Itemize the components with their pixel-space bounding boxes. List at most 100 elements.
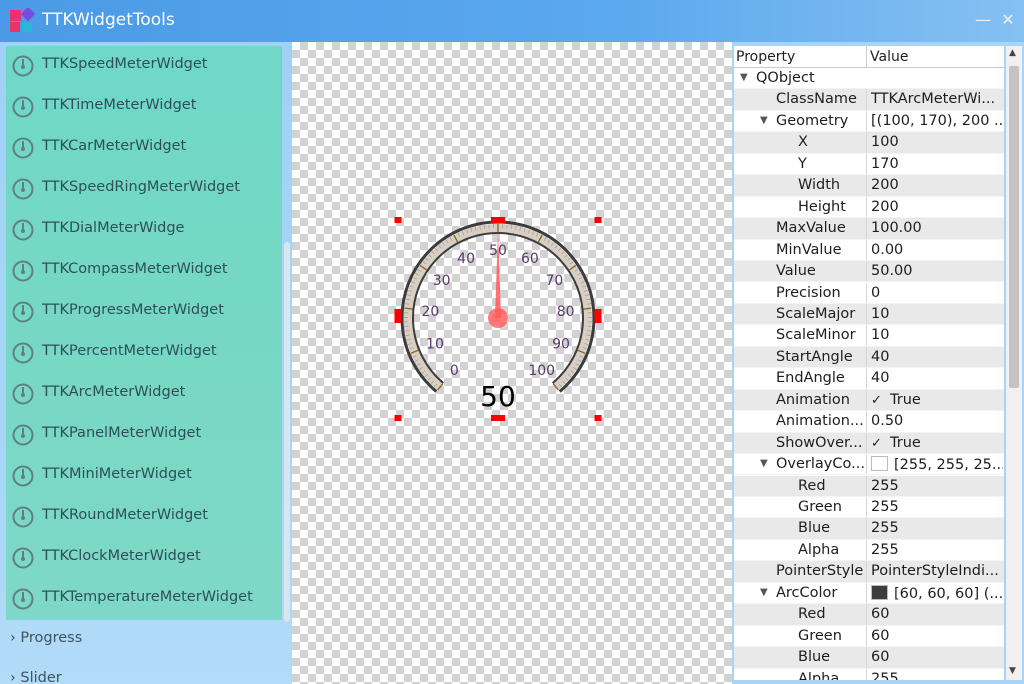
left-scrollbar[interactable] xyxy=(284,242,290,622)
property-value[interactable]: 60 xyxy=(871,628,1003,644)
property-value[interactable]: 60 xyxy=(871,649,1003,665)
property-value[interactable]: 10 xyxy=(871,306,1003,322)
property-row[interactable]: Animation... 0.50 xyxy=(734,411,1004,433)
property-row[interactable]: Green 255 xyxy=(734,497,1004,519)
property-row[interactable]: Alpha 255 xyxy=(734,539,1004,562)
property-value[interactable]: 255 xyxy=(871,520,1003,536)
property-value[interactable]: [60, 60, 60] (... xyxy=(871,584,1003,602)
property-value[interactable]: 255 xyxy=(871,478,1003,494)
property-value[interactable]: [(100, 170), 200 ... xyxy=(871,113,1003,129)
property-value[interactable]: 100.00 xyxy=(871,220,1003,236)
property-value[interactable]: 10 xyxy=(871,327,1003,343)
widget-list-item[interactable]: TTKProgressMeterWidget xyxy=(6,292,282,333)
property-row[interactable]: ▼ OverlayCo... [255, 255, 25... xyxy=(734,454,1004,476)
property-row[interactable]: Height 200 xyxy=(734,196,1004,219)
widget-list-item[interactable]: TTKArcMeterWidget xyxy=(6,374,282,415)
property-row[interactable]: MinValue 0.00 xyxy=(734,239,1004,261)
widget-list-item[interactable]: TTKPercentMeterWidget xyxy=(6,333,282,374)
arc-meter-widget[interactable]: 010203040506070809010050 xyxy=(388,208,608,438)
widget-list-item[interactable]: TTKClockMeterWidget xyxy=(6,538,282,579)
widget-list-item[interactable]: TTKDialMeterWidge xyxy=(6,210,282,251)
color-swatch[interactable] xyxy=(871,584,888,600)
app-logo-icon xyxy=(10,8,36,32)
selection-handle[interactable] xyxy=(594,415,602,421)
selection-handle[interactable] xyxy=(594,217,602,223)
property-value[interactable]: PointerStyleIndi... xyxy=(871,563,1003,579)
property-value[interactable]: 0.50 xyxy=(871,413,1003,429)
property-value[interactable]: 60 xyxy=(871,606,1003,622)
property-row[interactable]: ClassName TTKArcMeterWi... xyxy=(734,89,1004,111)
group-progress[interactable]: › Progress xyxy=(10,630,82,646)
widget-list-item[interactable]: TTKTemperatureMeterWidget xyxy=(6,579,282,620)
property-scrollbar[interactable]: ▲ ▼ xyxy=(1006,46,1022,680)
selection-handle[interactable] xyxy=(394,217,402,223)
property-value[interactable]: 200 xyxy=(871,177,1003,193)
property-value[interactable]: 50.00 xyxy=(871,263,1003,279)
property-row[interactable]: ▼ ArcColor [60, 60, 60] (... xyxy=(734,582,1004,605)
selection-handle[interactable] xyxy=(491,217,505,223)
property-row[interactable]: Blue 60 xyxy=(734,647,1004,669)
property-value[interactable]: 0.00 xyxy=(871,242,1003,258)
property-value[interactable]: TTKArcMeterWi... xyxy=(871,91,1003,107)
property-row[interactable]: Width 200 xyxy=(734,175,1004,197)
checkbox-icon[interactable]: ✓ xyxy=(871,436,884,451)
property-row[interactable]: ScaleMajor 10 xyxy=(734,303,1004,326)
property-row[interactable]: EndAngle 40 xyxy=(734,368,1004,390)
property-value[interactable]: [255, 255, 25... xyxy=(871,456,1003,473)
property-row[interactable]: Red 60 xyxy=(734,604,1004,626)
property-row[interactable]: Precision 0 xyxy=(734,282,1004,304)
widget-list-item[interactable]: TTKSpeedRingMeterWidget xyxy=(6,169,282,210)
property-row[interactable]: Red 255 xyxy=(734,475,1004,497)
widget-list-item[interactable]: TTKMiniMeterWidget xyxy=(6,456,282,497)
widget-list-item[interactable]: TTKTimeMeterWidget xyxy=(6,87,282,128)
scrollbar-thumb[interactable] xyxy=(1009,66,1019,388)
header-value[interactable]: Value xyxy=(870,49,908,65)
expand-arrow-icon[interactable]: ▼ xyxy=(760,458,768,469)
scroll-down-icon[interactable]: ▼ xyxy=(1009,666,1016,676)
property-value[interactable]: 40 xyxy=(871,349,1003,365)
property-row[interactable]: Y 170 xyxy=(734,153,1004,176)
property-value[interactable]: 255 xyxy=(871,542,1003,558)
selection-handle[interactable] xyxy=(491,415,505,421)
property-row[interactable]: Animation ✓ True xyxy=(734,389,1004,412)
property-row[interactable]: MaxValue 100.00 xyxy=(734,218,1004,240)
checkbox-icon[interactable]: ✓ xyxy=(871,393,884,408)
expand-arrow-icon[interactable]: ▼ xyxy=(760,115,768,126)
expand-arrow-icon[interactable]: ▼ xyxy=(760,587,768,598)
property-value[interactable]: ✓ True xyxy=(871,392,1003,408)
widget-list-item[interactable]: TTKCompassMeterWidget xyxy=(6,251,282,292)
property-row[interactable]: PointerStyle PointerStyleIndi... xyxy=(734,561,1004,583)
property-value[interactable]: 0 xyxy=(871,285,1003,301)
selection-handle[interactable] xyxy=(394,415,402,421)
expand-arrow-icon[interactable]: ▼ xyxy=(740,72,748,83)
property-row[interactable]: ScaleMinor 10 xyxy=(734,325,1004,347)
property-value[interactable]: ✓ True xyxy=(871,435,1003,451)
widget-list-item[interactable]: TTKPanelMeterWidget xyxy=(6,415,282,456)
property-value[interactable]: 100 xyxy=(871,134,1003,150)
group-slider[interactable]: › Slider xyxy=(10,670,62,684)
widget-list-item[interactable]: TTKRoundMeterWidget xyxy=(6,497,282,538)
property-row[interactable]: X 100 xyxy=(734,132,1004,154)
property-value[interactable]: 40 xyxy=(871,370,1003,386)
property-row[interactable]: Green 60 xyxy=(734,625,1004,648)
color-swatch[interactable] xyxy=(871,456,888,472)
property-row[interactable]: ShowOver... ✓ True xyxy=(734,432,1004,455)
header-property[interactable]: Property xyxy=(736,49,795,65)
property-row[interactable]: ▼ Geometry [(100, 170), 200 ... xyxy=(734,110,1004,133)
selection-handle[interactable] xyxy=(594,309,602,323)
scroll-up-icon[interactable]: ▲ xyxy=(1009,48,1016,58)
property-value[interactable]: 200 xyxy=(871,199,1003,215)
property-row[interactable]: Value 50.00 xyxy=(734,261,1004,283)
widget-list-item[interactable]: TTKCarMeterWidget xyxy=(6,128,282,169)
property-row[interactable]: StartAngle 40 xyxy=(734,346,1004,369)
property-row[interactable]: Blue 255 xyxy=(734,518,1004,540)
property-value[interactable]: 170 xyxy=(871,156,1003,172)
property-row[interactable]: Alpha 255 xyxy=(734,668,1004,680)
widget-list-item[interactable]: TTKSpeedMeterWidget xyxy=(6,46,282,87)
property-value[interactable]: 255 xyxy=(871,499,1003,515)
property-row[interactable]: ▼ QObject xyxy=(734,68,1004,90)
selection-handle[interactable] xyxy=(394,309,402,323)
property-value[interactable]: 255 xyxy=(871,671,1003,680)
close-button[interactable]: ✕ xyxy=(996,8,1020,32)
minimize-button[interactable]: — xyxy=(973,8,993,32)
